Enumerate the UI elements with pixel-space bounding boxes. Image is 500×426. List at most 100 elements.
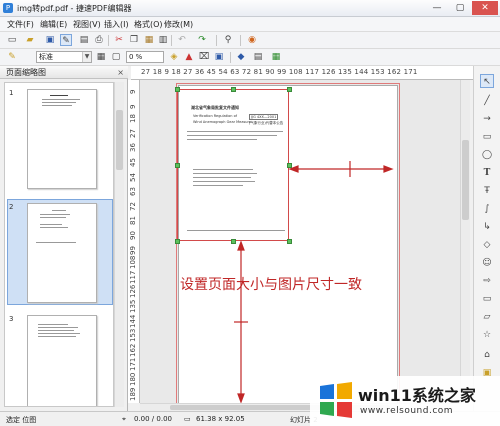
line-tool-icon[interactable]: ╱ (480, 94, 494, 108)
arrow-line-icon[interactable]: → (480, 112, 494, 126)
ellipse-tool-icon[interactable]: ◯ (480, 148, 494, 162)
curve-tool-icon[interactable]: ∫ (480, 202, 494, 216)
print-icon[interactable]: ⎙ (93, 34, 105, 46)
scrollbar-thumb[interactable] (116, 110, 123, 170)
copy-icon[interactable]: ❐ (128, 34, 140, 46)
ruler-tick-label: 90 (129, 231, 137, 240)
line-style-icon[interactable]: ▦ (95, 51, 107, 63)
ruler-tick-label: 45 (129, 158, 137, 167)
maximize-button[interactable]: ▢ (449, 1, 471, 15)
minimize-button[interactable]: — (426, 1, 448, 15)
ruler-tick-label: 9 (129, 104, 137, 109)
transform-icon[interactable]: ▣ (213, 51, 225, 63)
annotation-text: 设置页面大小与图片尺寸一致 (180, 277, 362, 293)
zoom-icon[interactable]: ⚲ (222, 34, 234, 46)
menu-view[interactable]: 视图(V) (73, 19, 101, 30)
fill-icon[interactable]: ◈ (168, 51, 180, 63)
drawing-tools-panel: ↖ ╱ → ▭ ◯ T Ŧ ∫ ↳ ◇ ☺ ⇨ ▭ ▱ ☆ ⌂ ▣ (473, 66, 500, 411)
undo-icon[interactable]: ↶ (176, 34, 188, 46)
ruler-tick-label: 153 (129, 328, 137, 343)
ruler-tick-label: 99 (129, 245, 137, 255)
save-icon[interactable]: ▣ (44, 34, 56, 46)
menu-file[interactable]: 文件(F) (7, 19, 34, 30)
menu-modify[interactable]: 修改(M) (164, 19, 193, 30)
status-mode: 选定 位图 (6, 416, 37, 424)
diamond-shape-icon[interactable]: ◇ (480, 238, 494, 252)
vertical-scrollbar[interactable] (460, 80, 470, 403)
edit-mode-icon[interactable]: ✎ (60, 34, 72, 46)
ruler-tick-label: 180 (129, 372, 137, 386)
page-number: 1 (9, 89, 14, 97)
menu-format[interactable]: 格式(O) (134, 19, 163, 30)
app-logo-icon: P (3, 3, 13, 13)
export-icon[interactable]: ▤ (78, 34, 90, 46)
ruler-tick-label: 18 (129, 114, 137, 124)
format-brush-icon[interactable]: ▥ (157, 34, 169, 46)
star-shape-icon[interactable]: ☆ (480, 328, 494, 342)
ruler-tick-label: 81 (129, 216, 137, 226)
arrow-down-head (237, 393, 245, 403)
vertical-text-icon[interactable]: Ŧ (480, 184, 494, 198)
thumbnail-scrollbar[interactable] (114, 82, 124, 407)
ruler-tick-label: 36 (129, 143, 137, 153)
ruler-tick-label: 144 (129, 314, 137, 328)
line-color-icon[interactable]: ▢ (110, 51, 122, 63)
panel-close-icon[interactable]: × (117, 66, 124, 79)
points-edit-icon[interactable]: ⌂ (480, 348, 494, 362)
ruler-tick-label: 189 (129, 387, 137, 401)
group-icon[interactable]: ▦ (270, 51, 282, 63)
scrollbar-thumb[interactable] (462, 140, 469, 220)
ruler-tick-label: 27 (129, 128, 137, 138)
ruler-tick-label: 108 (129, 255, 137, 270)
page-number: 2 (9, 203, 14, 211)
page-thumbnail-panel: 页面缩略图 × 1 2 3 (0, 66, 128, 411)
select-pointer-icon[interactable]: ↖ (480, 74, 494, 88)
crop-icon[interactable]: ⌧ (198, 51, 210, 63)
close-button[interactable]: ✕ (472, 1, 498, 15)
horizontal-ruler: 27 18 9 18 27 36 45 54 63 72 81 90 99 10… (131, 66, 473, 80)
menu-bar: 文件(F) 编辑(E) 视图(V) 插入(I) 格式(O) 修改(M) (0, 17, 500, 32)
text-tool-icon[interactable]: T (480, 166, 494, 180)
watermark: win11系统之家 www.relsound.com (310, 376, 500, 426)
new-document-icon[interactable]: ▭ (6, 34, 18, 46)
ruler-tick-label: 162 (129, 343, 137, 357)
panel-title: 页面缩略图 × (0, 66, 128, 79)
style-select[interactable]: 标准 ▼ (36, 51, 92, 63)
shadow-icon[interactable]: ▲ (183, 51, 195, 63)
slideshow-icon[interactable]: ◉ (246, 34, 258, 46)
redo-icon[interactable]: ↷ (196, 34, 208, 46)
watermark-url: www.relsound.com (360, 406, 454, 416)
main-toolbar: ▭ ▰ ▣ ✎ ▤ ⎙ ✂ ❐ ▦ ▥ ↶ ↷ ⚲ ◉ (0, 32, 500, 49)
status-position: 0.00 / 0.00 (134, 415, 172, 423)
block-arrow-icon[interactable]: ⇨ (480, 274, 494, 288)
ruler-tick-label: 63 (129, 187, 137, 197)
style-icon[interactable]: ✎ (6, 51, 18, 63)
ruler-tick-label: 135 (129, 299, 137, 313)
ruler-tick-label: 171 (129, 358, 137, 372)
smiley-shape-icon[interactable]: ☺ (480, 256, 494, 270)
object-size-icon: ▭ (184, 415, 191, 423)
title-bar: P img转pdf.pdf - 捷速PDF编辑器 — ▢ ✕ (0, 0, 500, 17)
connector-tool-icon[interactable]: ↳ (480, 220, 494, 234)
open-folder-icon[interactable]: ▰ (24, 34, 36, 46)
paste-icon[interactable]: ▦ (143, 34, 155, 46)
page-thumbnail-2[interactable] (27, 203, 97, 303)
format-toolbar: ✎ 标准 ▼ ▦ ▢ 0 % ◈ ▲ ⌧ ▣ ◆ ▤ ▦ (0, 49, 500, 66)
ruler-tick-label: 117 (129, 270, 137, 284)
cut-icon[interactable]: ✂ (113, 34, 125, 46)
menu-insert[interactable]: 插入(I) (104, 19, 129, 30)
page-number: 3 (9, 315, 14, 323)
page-thumbnail-1[interactable] (27, 89, 97, 189)
rectangle-tool-icon[interactable]: ▭ (480, 130, 494, 144)
arrow-right-head (383, 165, 394, 173)
callout-icon[interactable]: ▱ (480, 310, 494, 324)
line-width-input[interactable]: 0 % (126, 51, 164, 63)
align-icon[interactable]: ◆ (235, 51, 247, 63)
flowchart-icon[interactable]: ▭ (480, 292, 494, 306)
arrange-icon[interactable]: ▤ (252, 51, 264, 63)
menu-edit[interactable]: 编辑(E) (40, 19, 67, 30)
thumbnail-list: 1 2 3 (4, 82, 114, 407)
document-canvas[interactable]: 湖北省气象局批复文件通知 Verification Regulation of … (140, 80, 460, 403)
page-thumbnail-3[interactable] (27, 315, 97, 406)
arrow-up-head (237, 240, 245, 251)
